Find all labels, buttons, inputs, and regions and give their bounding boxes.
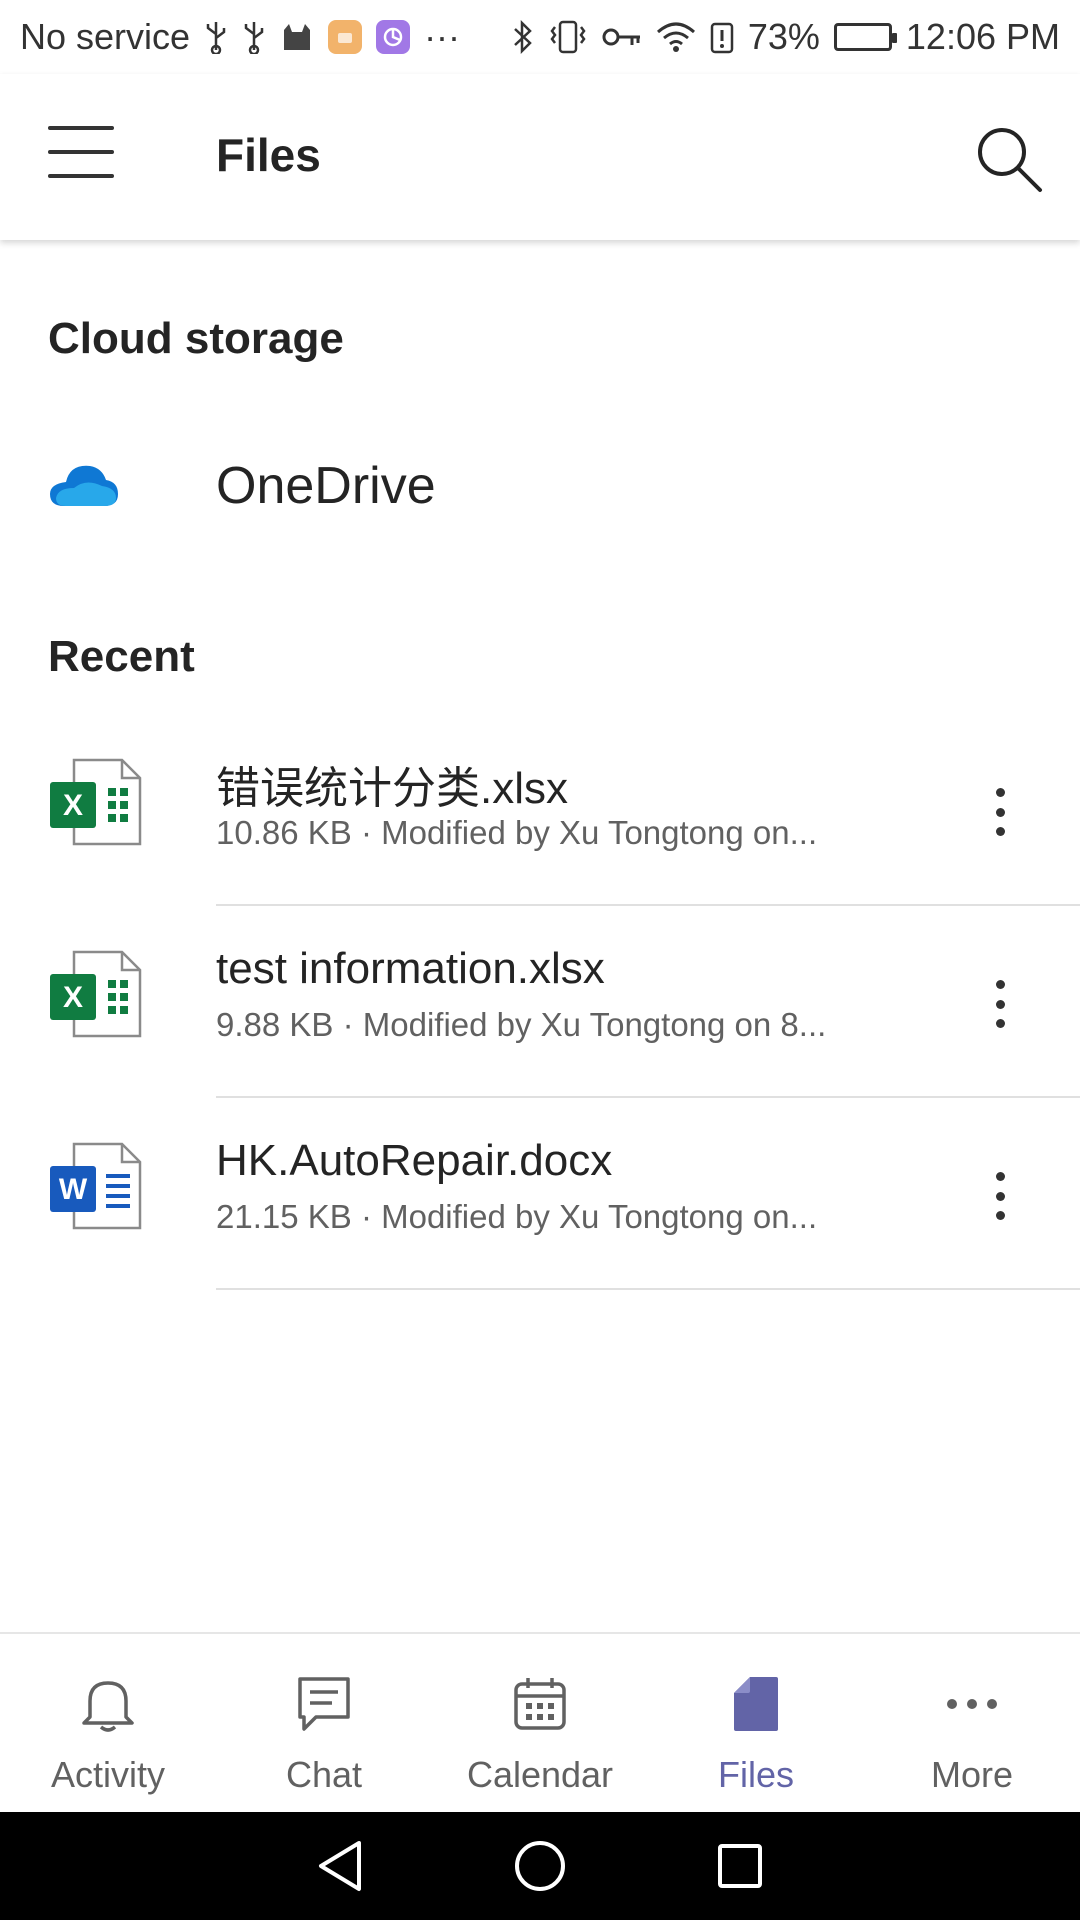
- file-meta: 9.88 KB · Modified by Xu Tongtong on 8..…: [216, 1006, 827, 1043]
- more-icon: [940, 1672, 1004, 1736]
- word-file-icon: W: [48, 1140, 144, 1232]
- nav-chat[interactable]: Chat: [216, 1634, 432, 1812]
- alert-icon: [710, 20, 734, 54]
- recents-icon: [718, 1844, 762, 1888]
- search-button[interactable]: [972, 122, 1044, 194]
- file-icon: [724, 1672, 788, 1736]
- files-screen: No service ··· 73% 12:06 PM Files Cloud …: [0, 0, 1080, 1920]
- file-meta: 21.15 KB · Modified by Xu Tongtong on...: [216, 1198, 818, 1235]
- file-name: HK.AutoRepair.docx: [216, 1136, 613, 1185]
- app-badge-icon: [328, 20, 363, 54]
- nav-label: Calendar: [466, 1754, 614, 1795]
- back-button[interactable]: [310, 1836, 370, 1896]
- recent-heading: Recent: [48, 632, 195, 681]
- bottom-nav: Activity Chat Calendar Files More: [0, 1632, 1080, 1812]
- status-right: 73% 12:06 PM: [512, 16, 1060, 58]
- nav-label: More: [930, 1754, 1014, 1795]
- svg-text:X: X: [63, 789, 83, 822]
- nav-more[interactable]: More: [864, 1634, 1080, 1812]
- file-name: 错误统计分类.xlsx: [216, 764, 568, 813]
- wifi-icon: [656, 20, 696, 54]
- onedrive-label: OneDrive: [216, 457, 436, 515]
- carrier-text: No service: [20, 16, 191, 57]
- cloud-storage-heading: Cloud storage: [48, 314, 344, 363]
- battery-icon: [833, 23, 897, 51]
- key-icon: [602, 24, 642, 50]
- nav-label: Chat: [285, 1754, 363, 1795]
- more-notifications-icon: ···: [424, 16, 461, 57]
- more-options-button[interactable]: [980, 1166, 1020, 1226]
- home-button[interactable]: [510, 1836, 570, 1896]
- calendar-icon: [508, 1672, 572, 1736]
- bluetooth-icon: [512, 19, 534, 55]
- chat-icon: [292, 1672, 356, 1736]
- nav-label: Files: [717, 1754, 794, 1795]
- search-icon: [978, 128, 1042, 192]
- bell-icon: [76, 1672, 140, 1736]
- hamburger-menu-button[interactable]: [48, 126, 114, 178]
- app-badge-icon: [376, 20, 411, 54]
- divider: [216, 1288, 1080, 1290]
- excel-file-icon: X: [48, 948, 144, 1040]
- home-icon: [515, 1841, 565, 1891]
- nav-label: Activity: [50, 1754, 165, 1795]
- onedrive-item[interactable]: OneDrive: [0, 420, 1080, 540]
- nav-activity[interactable]: Activity: [0, 1634, 216, 1812]
- excel-file-icon: X: [48, 756, 144, 848]
- svg-text:W: W: [59, 1173, 88, 1206]
- file-item[interactable]: X test information.xlsx 9.88 KB · Modifi…: [0, 906, 1080, 1098]
- nav-files[interactable]: Files: [648, 1634, 864, 1812]
- more-options-button[interactable]: [980, 974, 1020, 1034]
- file-item[interactable]: W HK.AutoRepair.docx 21.15 KB · Modified…: [0, 1098, 1080, 1290]
- usb-icon: [204, 20, 228, 54]
- recents-button[interactable]: [710, 1836, 770, 1896]
- vibrate-icon: [548, 19, 588, 55]
- file-item[interactable]: X 错误统计分类.xlsx 10.86 KB · Modified by Xu …: [0, 714, 1080, 906]
- clock: 12:06 PM: [905, 16, 1060, 57]
- battery-percent: 73%: [747, 16, 820, 57]
- file-name: test information.xlsx: [216, 944, 605, 993]
- more-options-button[interactable]: [980, 782, 1020, 842]
- status-left: No service ···: [20, 16, 460, 58]
- nav-calendar[interactable]: Calendar: [432, 1634, 648, 1812]
- system-nav-bar: [0, 1812, 1080, 1920]
- app-header: Files: [0, 74, 1080, 240]
- file-meta: 10.86 KB · Modified by Xu Tongtong on...: [216, 814, 818, 851]
- svg-text:X: X: [63, 981, 83, 1014]
- page-title: Files: [216, 129, 321, 181]
- status-bar: No service ··· 73% 12:06 PM: [0, 0, 1080, 74]
- usb-icon: [242, 20, 266, 54]
- cat-icon: [280, 22, 314, 52]
- onedrive-icon: [46, 460, 120, 513]
- back-icon: [319, 1841, 361, 1891]
